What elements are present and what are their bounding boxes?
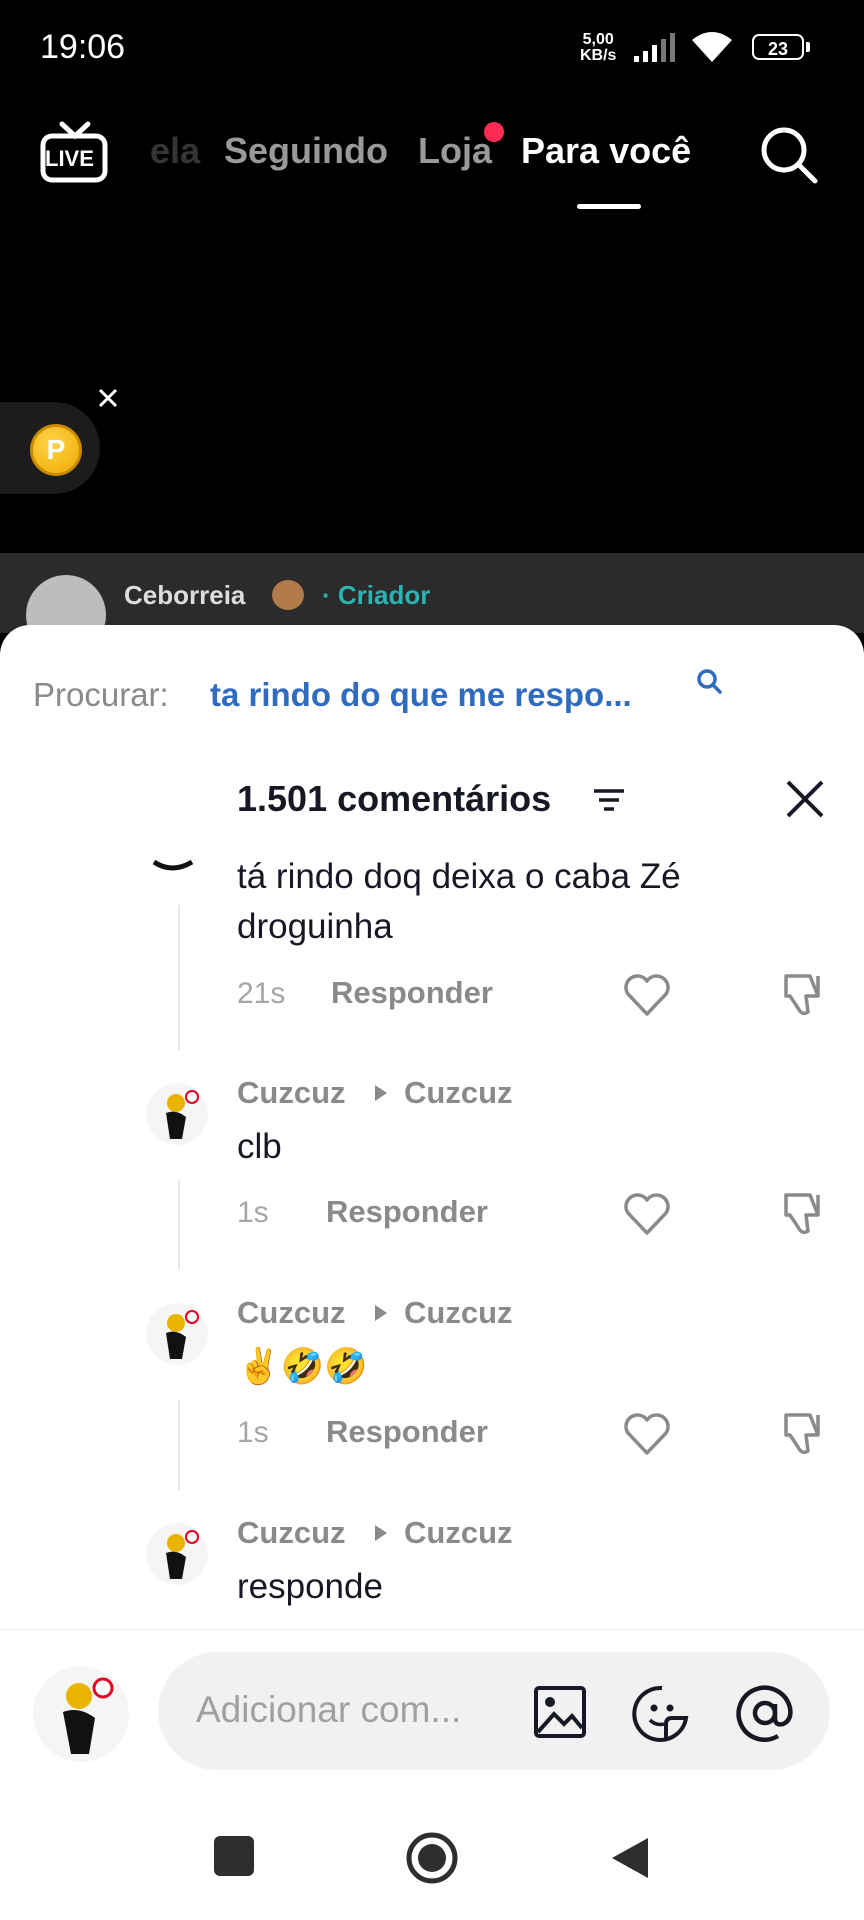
creator-badge: · Criador bbox=[322, 580, 431, 610]
comment-reply-to[interactable]: Cuzcuz bbox=[404, 1295, 513, 1331]
home-button[interactable] bbox=[404, 1830, 460, 1886]
status-time: 19:06 bbox=[40, 28, 126, 66]
notification-dot bbox=[484, 122, 504, 142]
network-speed-value: 5,00 bbox=[582, 31, 614, 48]
heart-icon[interactable] bbox=[622, 972, 672, 1018]
divider bbox=[0, 1629, 864, 1630]
avatar[interactable] bbox=[146, 1523, 208, 1585]
image-icon[interactable] bbox=[532, 1684, 588, 1740]
dislike-icon[interactable] bbox=[780, 1409, 828, 1459]
wifi-icon bbox=[692, 32, 732, 62]
search-icon bbox=[697, 669, 722, 694]
reply-arrow-icon bbox=[375, 1305, 387, 1321]
avatar[interactable] bbox=[33, 1666, 129, 1762]
dislike-icon[interactable] bbox=[780, 970, 828, 1020]
comment-time: 21s bbox=[237, 977, 286, 1010]
comments-count-title: 1.501 comentários bbox=[237, 778, 552, 819]
live-button[interactable]: LIVE bbox=[40, 118, 110, 193]
dislike-icon[interactable] bbox=[780, 1189, 828, 1239]
comment-author[interactable]: Cuzcuz bbox=[237, 1515, 346, 1551]
sort-filter-icon[interactable] bbox=[592, 786, 626, 814]
tab-seguindo[interactable]: Seguindo bbox=[224, 130, 388, 172]
search-icon[interactable] bbox=[758, 124, 820, 186]
creator-name: Ceborreia bbox=[124, 580, 246, 610]
battery-indicator: 23 bbox=[752, 34, 804, 60]
comment-time: 1s bbox=[237, 1196, 269, 1229]
comment-reply-to[interactable]: Cuzcuz bbox=[404, 1515, 513, 1551]
comment-text: tá rindo doq deixa o caba Zé droguinha bbox=[237, 857, 681, 946]
recent-apps-button[interactable] bbox=[214, 1836, 254, 1876]
reply-button[interactable]: Responder bbox=[326, 1194, 488, 1230]
cookie-emoji-icon bbox=[272, 580, 304, 610]
comment-text: clb bbox=[237, 1127, 282, 1166]
comment-text: responde bbox=[237, 1567, 383, 1606]
comment-text: ✌️🤣🤣 bbox=[237, 1347, 368, 1386]
signal-icon bbox=[634, 33, 675, 62]
reply-button[interactable]: Responder bbox=[331, 975, 493, 1011]
sticker-emoji-icon[interactable] bbox=[632, 1684, 692, 1742]
comment-author[interactable]: Cuzcuz bbox=[237, 1075, 346, 1111]
coin-icon: P bbox=[30, 424, 82, 476]
avatar[interactable] bbox=[146, 1083, 208, 1145]
reply-arrow-icon bbox=[375, 1525, 387, 1541]
close-icon[interactable] bbox=[96, 386, 120, 410]
search-prefix: Procurar: bbox=[33, 676, 169, 713]
thread-line bbox=[178, 1400, 180, 1490]
reply-button[interactable]: Responder bbox=[326, 1414, 488, 1450]
network-speed-unit: KB/s bbox=[580, 47, 617, 64]
tab-para-voce[interactable]: Para você bbox=[521, 130, 691, 172]
active-tab-indicator bbox=[577, 204, 641, 209]
close-icon[interactable] bbox=[784, 778, 826, 820]
comment-time: 1s bbox=[237, 1416, 269, 1449]
search-suggestion-link[interactable]: ta rindo do que me respo... bbox=[210, 676, 632, 714]
tab-loja[interactable]: Loja bbox=[418, 130, 492, 172]
network-speed: 5,00 KB/s bbox=[580, 32, 616, 64]
live-label: LIVE bbox=[45, 146, 94, 171]
battery-tip bbox=[806, 42, 810, 52]
thread-line bbox=[178, 905, 180, 1050]
heart-icon[interactable] bbox=[622, 1191, 672, 1237]
comment-input-placeholder: Adicionar com... bbox=[196, 1689, 462, 1730]
comment-reply-to[interactable]: Cuzcuz bbox=[404, 1075, 513, 1111]
heart-icon[interactable] bbox=[622, 1411, 672, 1457]
avatar[interactable] bbox=[146, 852, 198, 874]
mention-at-icon[interactable] bbox=[734, 1682, 796, 1744]
thread-line bbox=[178, 1180, 180, 1270]
reply-arrow-icon bbox=[375, 1085, 387, 1101]
comment-author[interactable]: Cuzcuz bbox=[237, 1295, 346, 1331]
avatar[interactable] bbox=[146, 1303, 208, 1365]
back-button[interactable] bbox=[608, 1834, 652, 1882]
tab-ela[interactable]: ela bbox=[150, 130, 200, 172]
